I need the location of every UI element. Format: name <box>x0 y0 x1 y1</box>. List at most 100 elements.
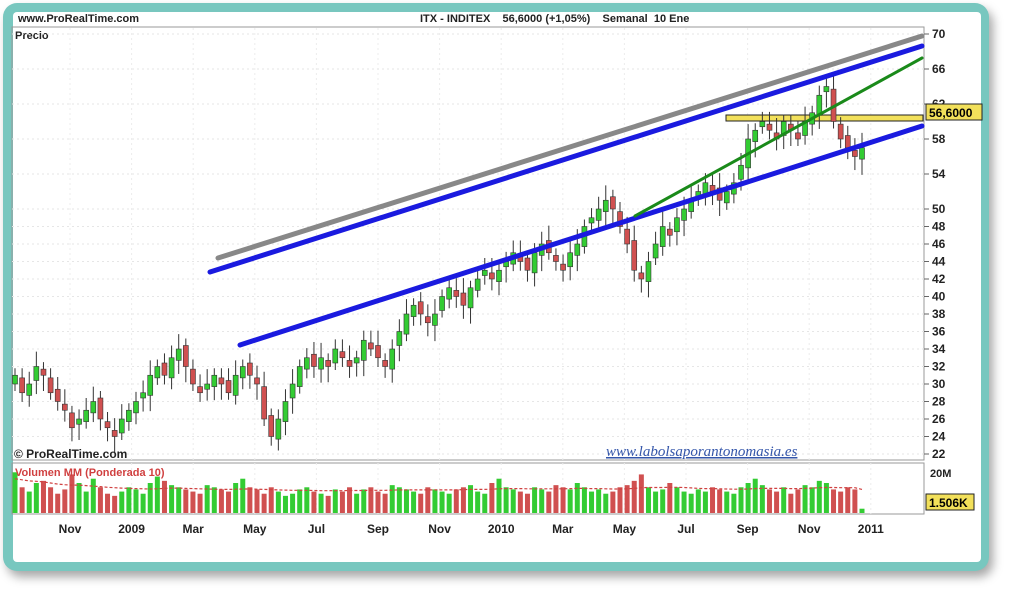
candle-up <box>859 147 865 160</box>
volume-bar <box>745 483 751 513</box>
volume-bar <box>254 489 260 513</box>
candle-up <box>602 199 609 212</box>
candle-down <box>610 196 616 210</box>
candle-up <box>823 86 830 93</box>
volume-bar <box>460 487 466 513</box>
candle-down <box>346 360 353 367</box>
volume-top-tick: 20M <box>930 468 951 480</box>
candle-up <box>26 383 33 396</box>
candle-up <box>588 217 595 224</box>
volume-bar <box>674 487 680 513</box>
volume-bar <box>55 493 61 513</box>
volume-bar <box>510 489 516 513</box>
volume-bar <box>396 487 402 513</box>
candle-down <box>339 351 346 359</box>
candle-up <box>759 121 766 128</box>
candle-up <box>133 401 139 414</box>
x-tick-label: Mar <box>552 522 574 536</box>
volume-bar <box>774 491 780 513</box>
y-tick-label: 54 <box>932 167 946 181</box>
volume-bar <box>724 491 730 513</box>
volume-bar <box>425 487 431 513</box>
volume-bar <box>816 480 822 513</box>
volume-bar <box>19 487 25 513</box>
candle-up <box>211 374 218 387</box>
volume-bar <box>546 491 552 513</box>
candle-up <box>674 217 680 233</box>
volume-bar <box>653 491 659 513</box>
volume-bar <box>852 489 858 513</box>
volume-bar <box>332 489 338 513</box>
candle-up <box>239 366 246 379</box>
volume-bar <box>766 489 772 513</box>
candle-up <box>389 348 396 370</box>
x-tick-label: Sep <box>737 522 759 536</box>
candle-down <box>375 345 381 359</box>
volume-bar <box>453 489 459 513</box>
volume-bar <box>218 489 224 513</box>
candle-down <box>197 386 203 394</box>
volume-bar <box>710 487 716 513</box>
candle-up <box>332 348 339 364</box>
candle-down <box>161 362 168 376</box>
candle-down <box>268 415 275 437</box>
x-tick-label: Nov <box>428 522 451 536</box>
volume-bar <box>211 487 217 513</box>
volume-bar <box>325 495 331 513</box>
volume-bar <box>802 485 808 513</box>
candle-up <box>90 401 97 414</box>
volume-bar <box>297 489 303 513</box>
candle-down <box>837 123 844 140</box>
volume-bar <box>105 493 111 513</box>
volume-bar <box>795 489 801 513</box>
volume-bar <box>197 493 203 513</box>
candle-up <box>168 357 175 379</box>
candle-up <box>567 252 573 268</box>
candle-down <box>218 377 225 385</box>
volume-bar <box>97 487 103 513</box>
y-tick-label: 46 <box>932 237 946 251</box>
candle-up <box>659 226 666 247</box>
volume-bar <box>126 487 132 513</box>
candle-down <box>69 412 75 429</box>
y-tick-label: 48 <box>932 220 946 234</box>
volume-bar <box>233 483 239 513</box>
candle-down <box>638 272 645 280</box>
candle-down <box>190 368 196 385</box>
volume-bar <box>226 491 232 513</box>
y-tick-label: 38 <box>932 307 946 321</box>
copyright-label: © ProRealTime.com <box>14 447 127 461</box>
candle-up <box>126 409 132 422</box>
volume-bar <box>845 487 851 513</box>
candle-down <box>852 150 858 157</box>
x-tick-label: May <box>613 522 637 536</box>
volume-bar <box>318 493 324 513</box>
y-tick-label: 42 <box>932 272 946 286</box>
candle-down <box>417 301 424 315</box>
candle-up <box>275 418 282 440</box>
candle-up <box>140 392 146 399</box>
candle-up <box>296 366 303 387</box>
volume-bar <box>702 491 708 513</box>
candle-up <box>396 331 403 346</box>
volume-bar <box>731 493 737 513</box>
volume-bar <box>752 478 758 513</box>
volume-bar <box>532 487 538 513</box>
watermark-link[interactable]: www.labolsaporantonomasia.es <box>606 444 798 460</box>
chart-title: ITX - INDITEX 56,6000 (+1,05%) Semanal 1… <box>420 13 689 25</box>
last-volume-tag: 1.506K <box>929 496 968 510</box>
y-axis-ticks: 2224262830323436384042444648505458626670 <box>924 27 946 461</box>
y-tick-label: 58 <box>932 132 946 146</box>
volume-bar <box>489 483 495 513</box>
y-tick-label: 36 <box>932 325 946 339</box>
candle-down <box>844 135 851 149</box>
channel-lower-line <box>237 123 925 348</box>
volume-bar <box>354 493 360 513</box>
volume-bar <box>596 489 602 513</box>
y-tick-label: 40 <box>932 290 946 304</box>
candle-down <box>254 377 260 385</box>
volume-bar <box>539 489 545 513</box>
price-panel-label: Precio <box>15 30 49 42</box>
candle-down <box>795 132 801 140</box>
volume-bar <box>62 489 68 513</box>
